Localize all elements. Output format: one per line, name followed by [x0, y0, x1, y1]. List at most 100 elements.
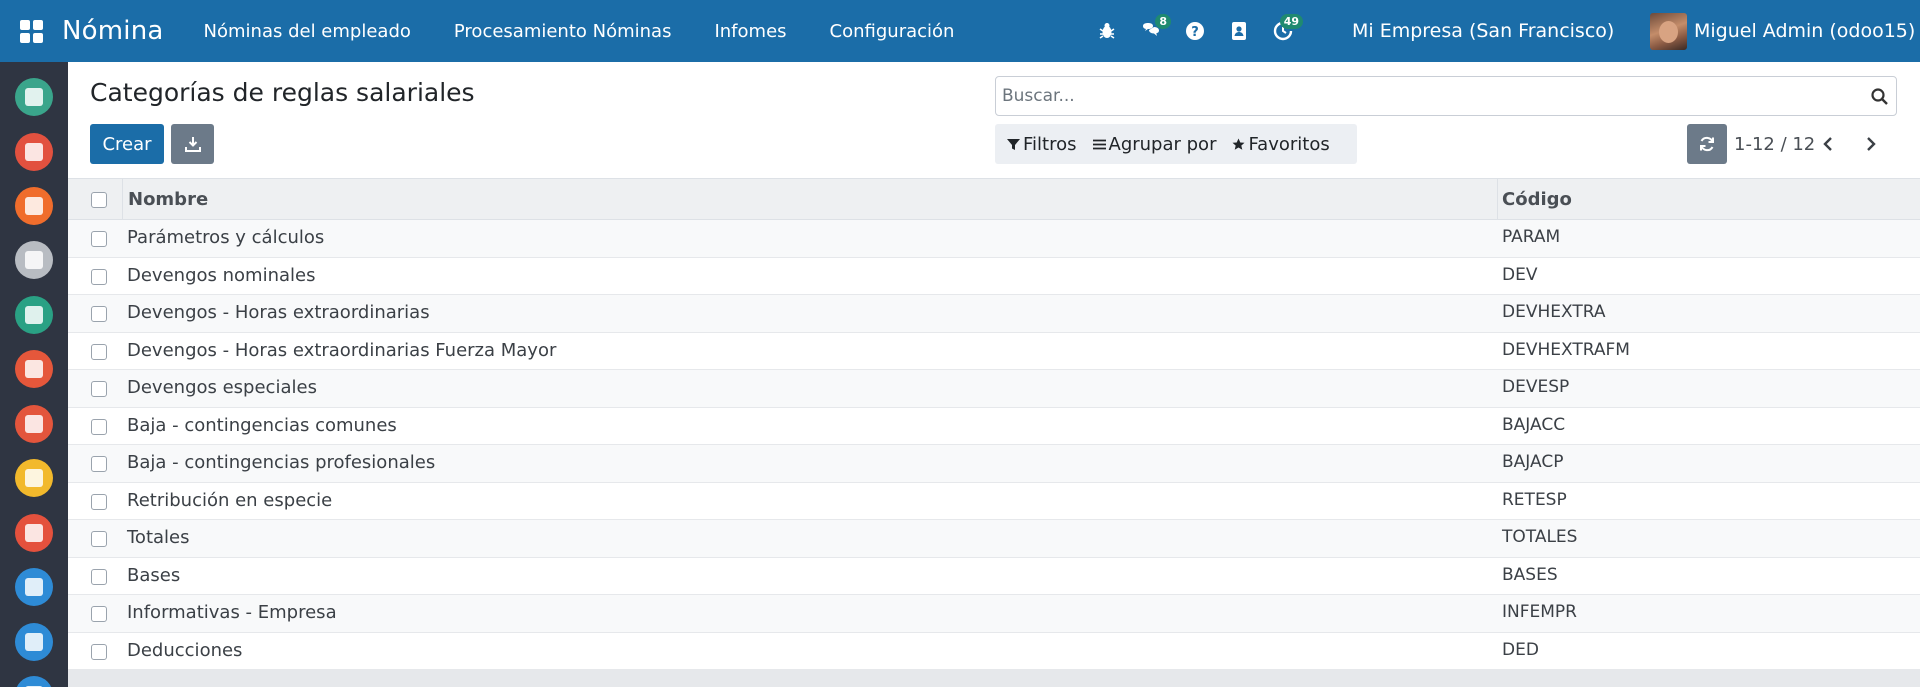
main-menu: Nóminas del empleado Procesamiento Nómin…	[204, 21, 998, 42]
row-checkbox[interactable]	[91, 643, 107, 660]
row-name-cell: Devengos nominales	[127, 264, 316, 286]
row-checkbox[interactable]	[91, 306, 107, 322]
row-checkbox[interactable]	[91, 418, 107, 435]
row-name-cell: Retribución en especie	[127, 489, 333, 511]
group-by-button[interactable]: Agrupar por	[1092, 133, 1217, 155]
dashboard-icon[interactable]	[15, 459, 53, 497]
row-code-cell: DEVHEXTRAFM	[1502, 339, 1630, 360]
table-row[interactable]: Bases BASES	[68, 557, 1920, 595]
row-code-cell: DEV	[1502, 264, 1538, 285]
table-row[interactable]: Baja - contingencias profesionales BAJACP	[68, 445, 1920, 483]
menu-item-nominas-empleado[interactable]: Nóminas del empleado	[204, 21, 411, 42]
messages-badge: 8	[1155, 14, 1171, 29]
payroll-icon[interactable]	[15, 514, 53, 552]
row-name-cell: Devengos - Horas extraordinarias	[127, 302, 430, 323]
pager-previous-icon[interactable]	[1814, 124, 1842, 164]
table-row[interactable]: Devengos - Horas extraordinarias Fuerza …	[68, 332, 1920, 370]
row-code-cell: DED	[1502, 639, 1539, 660]
contacts-book-icon[interactable]	[1217, 0, 1261, 62]
menu-item-configuracion[interactable]: Configuración	[830, 21, 955, 42]
row-code-cell: INFEMPR	[1502, 602, 1577, 622]
activities-clock-icon[interactable]: 49	[1261, 0, 1305, 62]
apps-menu-icon[interactable]	[0, 0, 62, 62]
row-name-cell: Baja - contingencias profesionales	[127, 452, 436, 473]
table-row[interactable]: Totales TOTALES	[68, 520, 1920, 558]
row-checkbox[interactable]	[91, 343, 107, 360]
user-menu[interactable]: Miguel Admin (odoo15)	[1650, 0, 1915, 62]
svg-text:?: ?	[1191, 25, 1199, 40]
export-download-button[interactable]	[171, 124, 214, 164]
favorites-button[interactable]: Favoritos	[1232, 134, 1330, 155]
row-code-cell: DEVESP	[1502, 377, 1570, 397]
row-checkbox[interactable]	[91, 268, 107, 285]
search-input[interactable]	[1002, 77, 1852, 115]
notes-icon[interactable]	[15, 187, 53, 225]
row-name-cell: Devengos - Horas extraordinarias Fuerza …	[127, 339, 557, 361]
row-checkbox[interactable]	[91, 231, 107, 247]
crm-icon[interactable]	[15, 350, 53, 388]
row-name-cell: Parámetros y cálculos	[127, 227, 325, 248]
filter-icon	[1007, 138, 1020, 150]
create-button[interactable]: Crear	[90, 124, 164, 164]
menu-item-procesamiento[interactable]: Procesamiento Nóminas	[454, 21, 672, 42]
pager-value[interactable]: 1-12 / 12	[1734, 124, 1815, 164]
sales-icon[interactable]	[15, 405, 53, 443]
row-checkbox[interactable]	[91, 493, 107, 510]
table-row[interactable]: Devengos - Horas extraordinarias DEVHEXTR…	[68, 295, 1920, 333]
more-app-icon[interactable]	[15, 676, 53, 687]
refresh-icon	[1700, 136, 1714, 152]
calendar-icon[interactable]	[15, 133, 53, 171]
row-checkbox[interactable]	[91, 531, 107, 547]
table-header: Nombre Código	[68, 178, 1920, 220]
search-icon[interactable]	[1870, 87, 1890, 107]
help-icon[interactable]: ?	[1173, 0, 1217, 62]
row-checkbox[interactable]	[91, 568, 107, 585]
filters-button[interactable]: Filtros	[1007, 134, 1077, 155]
employees-icon[interactable]	[15, 296, 53, 334]
row-checkbox[interactable]	[91, 606, 107, 622]
refresh-button[interactable]	[1687, 124, 1727, 164]
download-icon	[184, 137, 201, 152]
search-options: Filtros Agrupar por Favoritos	[995, 124, 1357, 164]
row-name-cell: Bases	[127, 564, 181, 586]
row-code-cell: RETESP	[1502, 489, 1567, 510]
group-by-label: Agrupar por	[1108, 133, 1217, 155]
table-row[interactable]: Deducciones DED	[68, 632, 1920, 670]
messages-icon[interactable]: 8	[1129, 0, 1173, 62]
table-row[interactable]: Retribución en especie RETESP	[68, 482, 1920, 520]
row-code-cell: DEVHEXTRA	[1502, 302, 1606, 322]
top-navbar: Nómina Nóminas del empleado Procesamient…	[0, 0, 1920, 62]
table-row[interactable]: Informativas - Empresa INFEMPR	[68, 595, 1920, 633]
table-body: Parámetros y cálculos PARAM Devengos nomin…	[68, 220, 1920, 670]
column-divider	[122, 179, 123, 219]
column-header-code[interactable]: Código	[1502, 189, 1572, 210]
table-row[interactable]: Devengos nominales DEV	[68, 257, 1920, 295]
avatar	[1650, 12, 1687, 50]
pager-next-icon[interactable]	[1857, 124, 1885, 164]
table-row[interactable]: Devengos especiales DEVESP	[68, 370, 1920, 408]
table-row[interactable]: Baja - contingencias comunes BAJACC	[68, 407, 1920, 445]
list-footer	[68, 669, 1920, 687]
row-name-cell: Informativas - Empresa	[127, 602, 337, 623]
column-header-name[interactable]: Nombre	[128, 189, 208, 210]
discuss-icon[interactable]	[15, 78, 53, 116]
company-switcher[interactable]: Mi Empresa (San Francisco)	[1352, 0, 1614, 62]
row-checkbox[interactable]	[91, 381, 107, 397]
app-brand[interactable]: Nómina	[62, 16, 164, 46]
menu-item-informes[interactable]: Infomes	[714, 21, 786, 42]
pos-icon[interactable]	[15, 568, 53, 606]
contacts-icon[interactable]	[15, 241, 53, 279]
debug-bug-icon[interactable]	[1085, 0, 1129, 62]
accounting-icon[interactable]	[15, 623, 53, 661]
table-row[interactable]: Parámetros y cálculos PARAM	[68, 220, 1920, 258]
activities-badge: 49	[1279, 14, 1303, 29]
row-checkbox[interactable]	[91, 456, 107, 472]
select-all-checkbox[interactable]	[91, 192, 107, 208]
row-code-cell: BAJACC	[1502, 414, 1566, 435]
row-code-cell: BAJACP	[1502, 452, 1564, 472]
row-code-cell: TOTALES	[1502, 527, 1578, 547]
filters-label: Filtros	[1023, 133, 1077, 155]
user-name: Miguel Admin (odoo15)	[1694, 20, 1916, 42]
row-name-cell: Baja - contingencias comunes	[127, 414, 397, 436]
star-icon	[1232, 138, 1245, 150]
